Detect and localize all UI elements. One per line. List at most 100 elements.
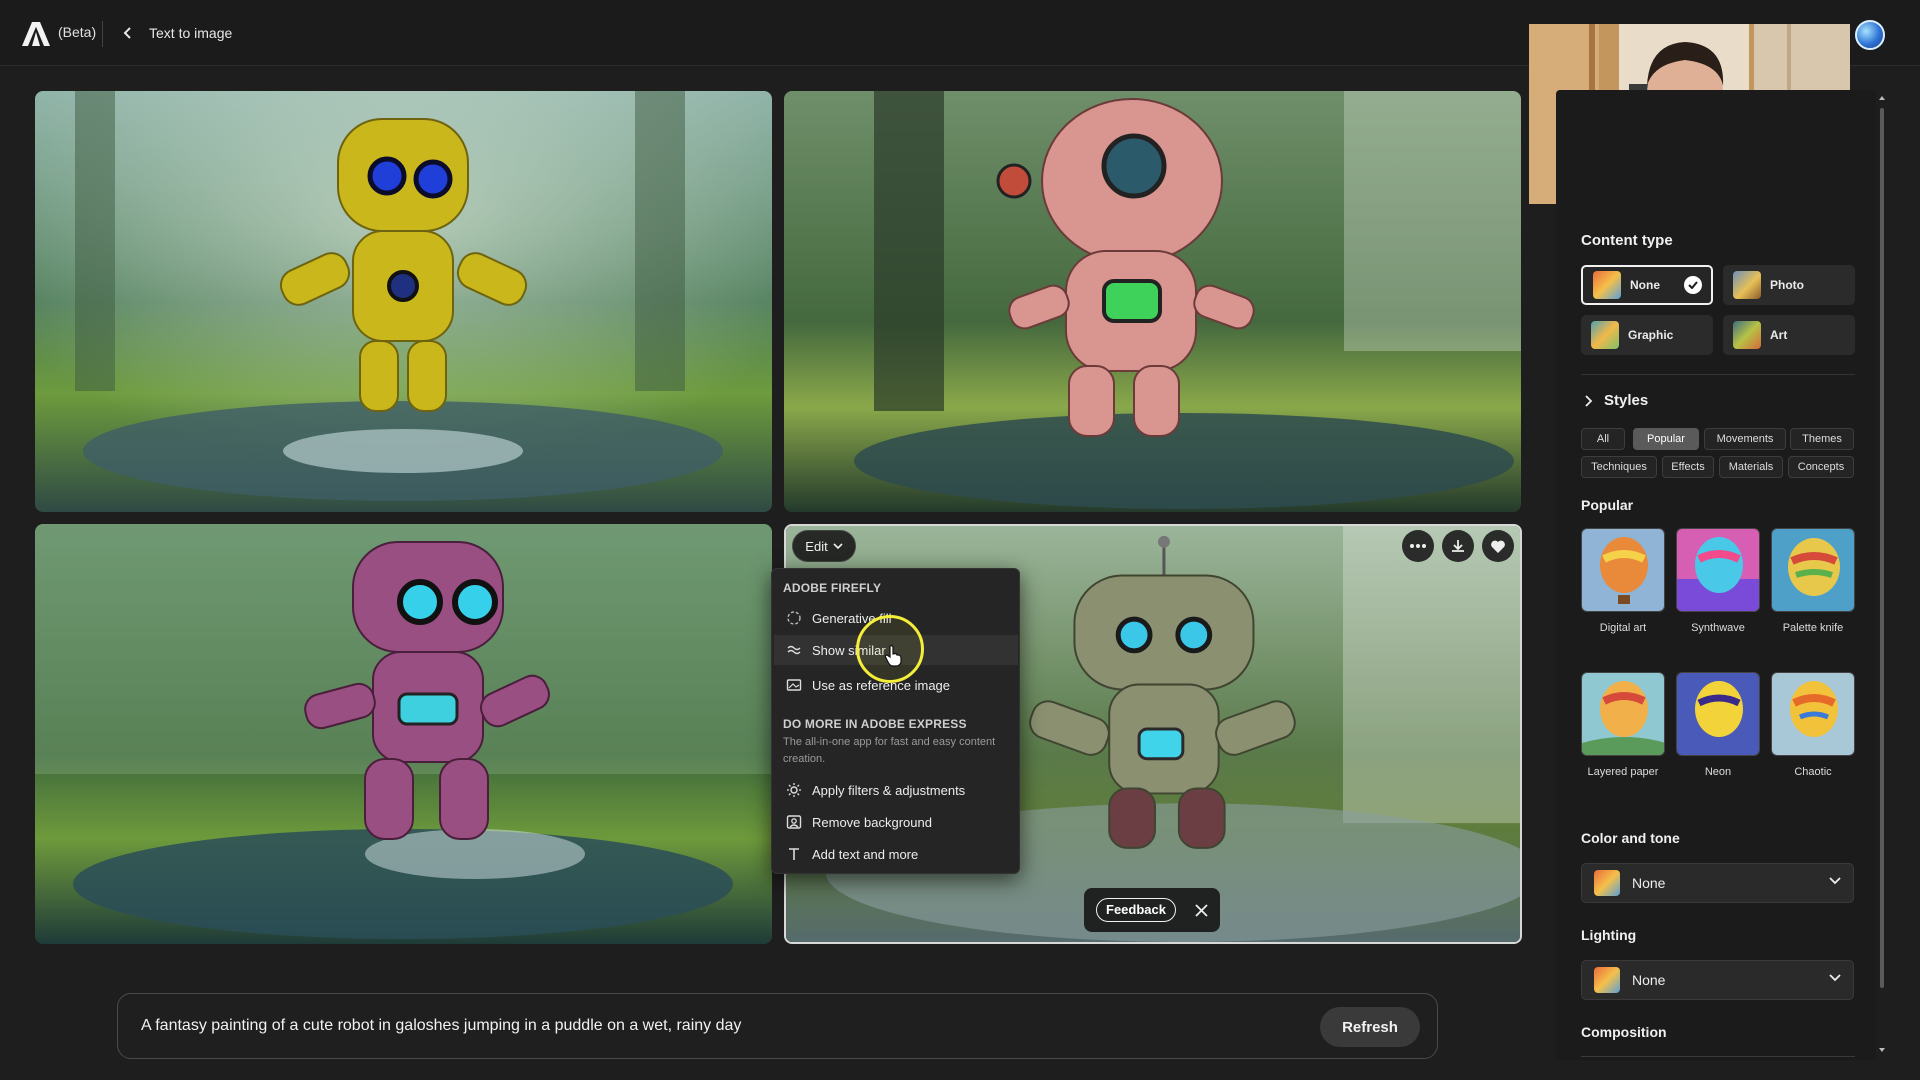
checkmark-icon (1684, 276, 1702, 294)
prompt-bar: A fantasy painting of a cute robot in ga… (117, 993, 1438, 1059)
style-card-layered-paper[interactable]: Layered paper (1581, 672, 1665, 778)
menu-item-label: Add text and more (812, 846, 919, 862)
balloon-thumb-icon (1594, 967, 1620, 993)
lighting-value: None (1632, 972, 1666, 988)
style-caption: Palette knife (1782, 622, 1844, 634)
close-icon (1194, 903, 1208, 917)
balloon-thumb-icon (1733, 271, 1761, 299)
feedback-button[interactable]: Feedback (1096, 898, 1176, 922)
breadcrumb: Text to image (149, 25, 233, 41)
menu-express-description: The all-in-one app for fast and easy con… (783, 736, 996, 765)
content-type-label-none: None (1630, 278, 1660, 292)
menu-heading-express: DO MORE IN ADOBE EXPRESS (783, 717, 967, 731)
style-caption: Neon (1704, 766, 1732, 778)
style-tab-materials[interactable]: Materials (1719, 456, 1783, 478)
edit-button[interactable]: Edit (792, 530, 856, 562)
balloon-neon-icon (1676, 672, 1760, 756)
style-tab-themes[interactable]: Themes (1790, 428, 1854, 450)
generated-image-1[interactable] (35, 91, 772, 512)
more-horizontal-icon (1410, 544, 1426, 548)
edit-label: Edit (805, 538, 828, 554)
style-tab-movements[interactable]: Movements (1704, 428, 1786, 450)
styles-expand-button[interactable] (1583, 394, 1595, 408)
chevron-left-icon (123, 27, 131, 39)
color-tone-label: Color and tone (1581, 830, 1680, 846)
menu-item-apply-filters[interactable]: Apply filters & adjustments (774, 775, 1018, 805)
adobe-logo-icon[interactable] (22, 22, 50, 46)
content-type-graphic[interactable]: Graphic (1581, 315, 1713, 355)
style-card-palette-knife[interactable]: Palette knife (1771, 528, 1855, 634)
style-tab-all[interactable]: All (1581, 428, 1625, 450)
style-caption: Layered paper (1587, 766, 1659, 778)
popular-section-label: Popular (1581, 497, 1634, 513)
lighting-dropdown[interactable]: None (1581, 960, 1854, 1000)
text-icon (789, 848, 799, 860)
menu-item-label: Use as reference image (812, 677, 951, 693)
balloon-palette-knife-icon (1771, 528, 1855, 612)
generative-fill-icon (787, 611, 801, 625)
content-type-label-graphic: Graphic (1628, 328, 1674, 342)
style-caption: Chaotic (1794, 766, 1832, 778)
menu-item-show-similar[interactable]: Show similar (774, 635, 1018, 665)
menu-item-add-text[interactable]: Add text and more (774, 839, 1018, 869)
style-card-synthwave[interactable]: Synthwave (1676, 528, 1760, 634)
content-type-art[interactable]: Art (1723, 315, 1855, 355)
image-pink-robot (784, 91, 1521, 512)
lighting-label: Lighting (1581, 927, 1637, 943)
menu-heading-firefly: ADOBE FIREFLY (783, 581, 882, 595)
generated-image-3[interactable] (35, 524, 772, 944)
styles-label: Styles (1604, 392, 1649, 409)
panel-divider (1581, 374, 1855, 375)
menu-item-label: Show similar (812, 642, 886, 658)
chevron-down-icon (1829, 974, 1841, 982)
style-tab-concepts[interactable]: Concepts (1788, 456, 1854, 478)
content-type-label-art: Art (1770, 328, 1788, 342)
beta-badge: (Beta) (58, 24, 97, 40)
generated-image-2[interactable] (784, 91, 1521, 512)
back-button[interactable] (116, 21, 140, 45)
style-tab-techniques[interactable]: Techniques (1581, 456, 1657, 478)
scrollbar-thumb[interactable] (1880, 108, 1884, 988)
prompt-input[interactable]: A fantasy painting of a cute robot in ga… (141, 1017, 741, 1035)
edit-dropdown-menu: ADOBE FIREFLY Generative fill Show simil… (771, 568, 1020, 874)
feedback-bar: Feedback (1084, 888, 1220, 932)
content-type-photo[interactable]: Photo (1723, 265, 1855, 305)
style-caption: Synthwave (1691, 622, 1745, 634)
refresh-button[interactable]: Refresh (1320, 1007, 1420, 1047)
more-options-button[interactable] (1402, 530, 1434, 562)
style-tab-popular[interactable]: Popular (1633, 428, 1699, 450)
content-type-label: Content type (1581, 232, 1673, 249)
content-type-label-photo: Photo (1770, 278, 1804, 292)
chevron-down-icon (1829, 877, 1841, 885)
balloon-thumb-icon (1591, 321, 1619, 349)
chevron-right-icon (1585, 395, 1593, 407)
feedback-close-button[interactable] (1190, 899, 1212, 921)
image-purple-robot (35, 524, 772, 944)
image-reference-icon (786, 679, 802, 691)
style-caption: Digital art (1599, 622, 1647, 634)
menu-item-label: Apply filters & adjustments (812, 782, 966, 798)
image-yellow-robot (35, 91, 772, 512)
menu-item-use-as-reference[interactable]: Use as reference image (774, 670, 1018, 700)
balloon-digital-art-icon (1581, 528, 1665, 612)
balloon-chaotic-icon (1771, 672, 1855, 756)
style-card-neon[interactable]: Neon (1676, 672, 1760, 778)
style-card-digital-art[interactable]: Digital art (1581, 528, 1665, 634)
color-tone-dropdown[interactable]: None (1581, 863, 1854, 903)
balloon-synthwave-icon (1676, 528, 1760, 612)
menu-item-generative-fill[interactable]: Generative fill (774, 603, 1018, 633)
color-tone-value: None (1632, 875, 1666, 891)
user-avatar[interactable] (1855, 20, 1885, 50)
balloon-layered-paper-icon (1581, 672, 1665, 756)
download-button[interactable] (1442, 530, 1474, 562)
menu-item-label: Generative fill (812, 610, 892, 626)
style-tab-effects[interactable]: Effects (1662, 456, 1714, 478)
composition-label: Composition (1581, 1024, 1667, 1040)
menu-item-remove-background[interactable]: Remove background (774, 807, 1018, 837)
content-type-none[interactable]: None (1581, 265, 1713, 305)
favorite-button[interactable] (1482, 530, 1514, 562)
top-divider (102, 21, 103, 47)
balloon-thumb-icon (1593, 271, 1621, 299)
composition-dropdown-edge[interactable] (1581, 1056, 1855, 1057)
style-card-chaotic[interactable]: Chaotic (1771, 672, 1855, 778)
